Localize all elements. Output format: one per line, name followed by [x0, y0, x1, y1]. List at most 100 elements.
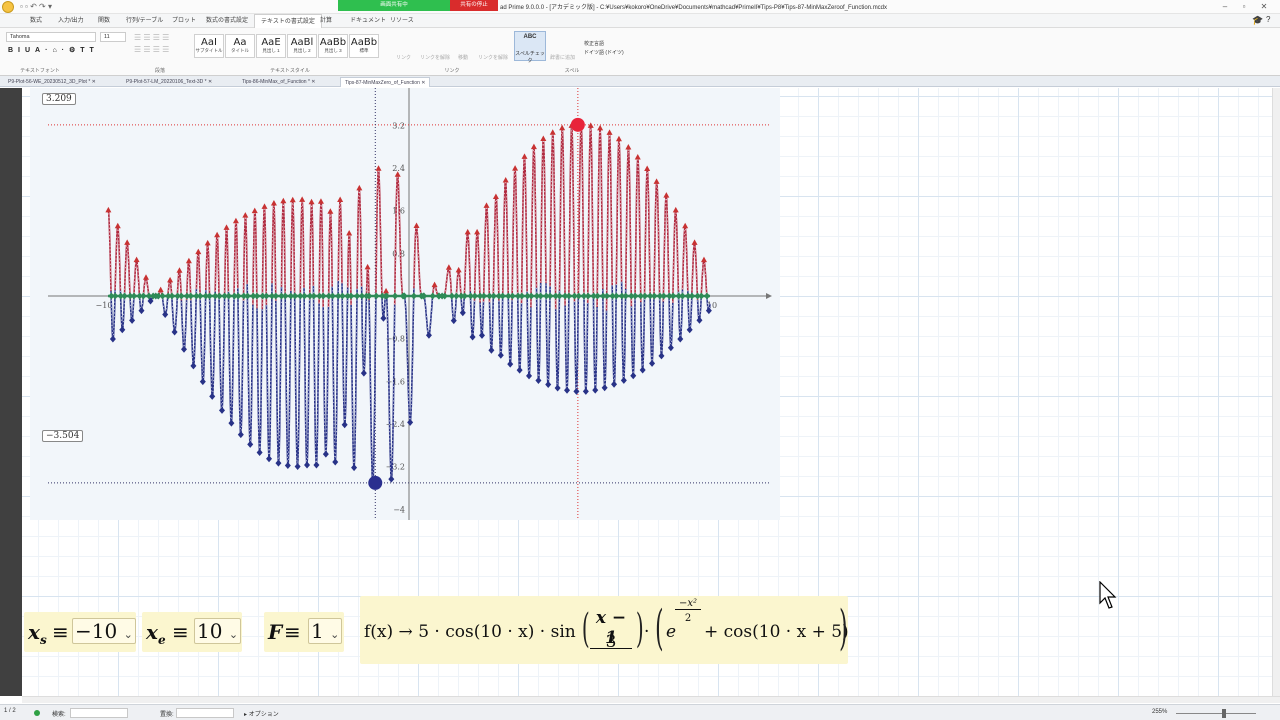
y-min-label[interactable]: −3.504 [42, 430, 84, 442]
style-title[interactable]: Aa タイトル [225, 34, 255, 58]
group-label-text-font: テキストフォント [20, 68, 60, 74]
style-name: タイトル [231, 48, 249, 53]
tab-text-format[interactable]: テキストの書式設定 [254, 14, 322, 28]
title-bar: ▫ ▫ ↶ ↷ ▾ 画面共有中 共有の停止 ad Prime 9.0.0.0 -… [0, 0, 1280, 14]
xs-definition[interactable]: xs ≡ −10 ⌄ [24, 612, 136, 652]
doc-tab-label: Tips-87-MinMaxZero_of_Function [345, 80, 420, 86]
minimize-button[interactable]: – [1218, 0, 1232, 14]
search-label: 検索: [52, 712, 66, 718]
doc-tab-tips-86[interactable]: Tips-86-MinMax_of_Function * ✕ [238, 77, 320, 87]
app-logo-icon[interactable] [2, 1, 14, 13]
xe-definition[interactable]: xe ≡ 10 ⌄ [142, 612, 242, 652]
document-tabs: P9-Plot-56-WE_20230512_3D_Plot * ✕ P9-Pl… [0, 76, 1280, 87]
close-button[interactable]: ✕ [1257, 0, 1271, 14]
tab-math-format[interactable]: 数式の書式設定 [200, 14, 254, 28]
style-name: 標準 [359, 48, 369, 53]
style-name: 見出し 3 [324, 48, 342, 53]
zoom-slider-thumb[interactable] [1222, 709, 1226, 718]
tab-functions[interactable]: 関数 [92, 14, 116, 28]
help-icon[interactable]: ? [1266, 15, 1270, 24]
calc-status-icon [34, 710, 40, 716]
F-definition[interactable]: F ≡ 1 ⌄ [264, 612, 344, 652]
graduation-cap-icon[interactable]: 🎓 [1252, 15, 1263, 26]
tab-plot[interactable]: プロット [166, 14, 202, 28]
style-heading-1[interactable]: AaE 見出し 1 [256, 34, 286, 58]
share-status-button[interactable]: 画面共有中 [338, 0, 450, 11]
options-label: オプション [248, 712, 279, 718]
link-button[interactable]: リンク [396, 54, 411, 61]
style-heading-2[interactable]: AaBl 見出し 2 [287, 34, 317, 58]
exp-numerator: −x² [675, 598, 701, 610]
font-size-select[interactable]: 11 [100, 32, 126, 42]
zoom-slider[interactable] [1176, 713, 1256, 714]
group-label-text-style: テキストスタイル [270, 68, 310, 74]
add-dictionary-button[interactable]: 辞書に追加 [550, 54, 575, 61]
doc-tab-plot-56[interactable]: P9-Plot-56-WE_20230512_3D_Plot * ✕ [4, 77, 100, 87]
tab-label: 入力/出力 [58, 18, 84, 24]
left-ruler [0, 88, 22, 696]
tab-matrix[interactable]: 行列/テーブル [120, 14, 169, 28]
proof-language-select[interactable]: ドイツ語 (ドイツ) [584, 49, 624, 56]
tab-io[interactable]: 入力/出力 [52, 14, 90, 28]
y-tick-label: −3.2 [386, 463, 405, 472]
font-size-value: 11 [104, 34, 110, 40]
tab-label: 数式 [30, 18, 43, 24]
F-dropdown[interactable]: 1 ⌄ [308, 618, 343, 644]
xy-plot[interactable]: 3.22.41.60.8−0.8−1.6−2.4−3.2−4−10 10 [30, 88, 780, 520]
style-sample: AaBl [290, 37, 314, 48]
doc-tab-tips-87[interactable]: Tips-87-MinMaxZero_of_Function ✕ [340, 77, 431, 87]
spell-check-button[interactable]: ABC スペルチェック [514, 31, 546, 64]
xs-var: x [28, 620, 40, 644]
quick-access-icons[interactable]: ▫ ▫ ↶ ↷ ▾ [20, 2, 52, 11]
y-max-label[interactable]: 3.209 [42, 93, 76, 105]
goto-button[interactable]: 移動 [458, 54, 468, 61]
function-definition[interactable]: f(x) → 5 · cos(10 · x) · sin ( x − 1 3 )… [360, 596, 849, 664]
unlink-button[interactable]: リンクを解除 [420, 54, 450, 61]
chevron-down-icon: ⌄ [228, 628, 239, 641]
style-name: サブタイトル [195, 48, 223, 53]
exp-base: e [666, 622, 677, 642]
global-max-marker [570, 117, 585, 132]
page-indicator: 1 / 2 [4, 708, 16, 714]
style-heading-3[interactable]: AaBb 見出し 3 [318, 34, 348, 58]
font-family-value: Tahoma [10, 34, 30, 40]
xe-sub: e [157, 633, 166, 647]
style-name: 見出し 2 [293, 48, 311, 53]
maximize-button[interactable]: ▫ [1237, 0, 1251, 14]
vertical-scrollbar[interactable] [1272, 88, 1280, 696]
F-value: 1 [311, 619, 324, 643]
paragraph-buttons[interactable]: ☰ ☰ ☰ ☰ ☰ ☰ ☰ ☰ [134, 32, 190, 62]
horizontal-scrollbar[interactable] [22, 696, 1280, 703]
mouse-cursor-icon [1099, 581, 1117, 609]
doc-tab-plot-57[interactable]: P9-Plot-57-LM_20220106_Text-3D * ✕ [122, 77, 216, 87]
xe-dropdown[interactable]: 10 ⌄ [194, 618, 242, 644]
xs-equiv: ≡ [52, 620, 69, 644]
paren-right-big: ) [839, 600, 848, 656]
doc-tab-label: P9-Plot-56-WE_20230512_3D_Plot * [8, 79, 91, 85]
zoom-level: 255% [1152, 709, 1168, 715]
xe-var: x [146, 620, 158, 644]
style-sample: AaBb [350, 37, 378, 48]
style-sample: AaE [261, 37, 281, 48]
options-button[interactable]: ▸ オプション [244, 709, 279, 718]
tab-resources[interactable]: リソース [384, 14, 420, 28]
font-family-select[interactable]: Tahoma [6, 32, 96, 42]
style-normal[interactable]: AaBb 標準 [349, 34, 379, 58]
search-input[interactable] [70, 708, 128, 718]
tab-label: プロット [172, 18, 197, 24]
y-tick-label: 0.8 [392, 249, 405, 258]
share-status-label: 画面共有中 [380, 2, 408, 8]
replace-input[interactable] [176, 708, 234, 718]
xs-dropdown[interactable]: −10 ⌄ [72, 618, 136, 644]
F-equiv: ≡ [284, 620, 301, 644]
tab-math[interactable]: 数式 [24, 14, 48, 28]
tab-calculation[interactable]: 計算 [314, 14, 338, 28]
tab-label: 行列/テーブル [126, 18, 164, 24]
remove-link-button[interactable]: リンクを解除 [478, 54, 508, 61]
format-buttons[interactable]: BIUA·⌂·⚙TT [8, 46, 99, 54]
stop-share-button[interactable]: 共有の停止 [450, 0, 498, 11]
paren-left: ( [581, 606, 590, 652]
global-min-marker [368, 475, 383, 490]
y-tick-label: 2.4 [392, 164, 405, 173]
style-subtitle[interactable]: AaI サブタイトル [194, 34, 224, 58]
